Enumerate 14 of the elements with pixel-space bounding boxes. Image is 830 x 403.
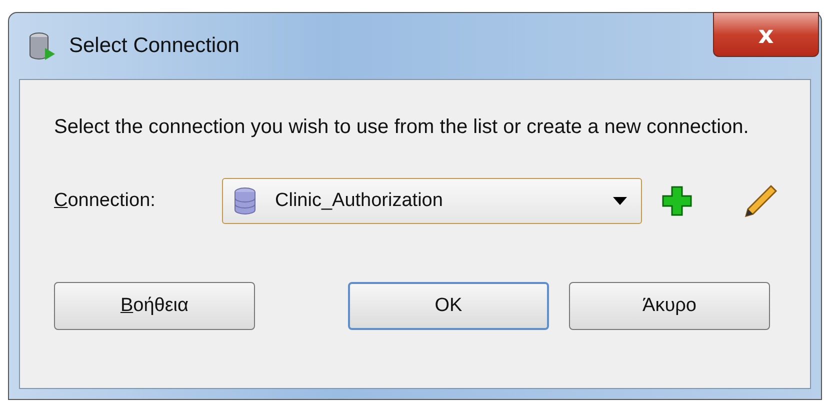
connection-dropdown[interactable]: Clinic_Authorization [222, 178, 642, 224]
dialog-button[interactable]: OK [348, 282, 550, 330]
dialog-button[interactable]: Άκυρο [569, 282, 770, 330]
caret-icon [613, 197, 627, 205]
close-button[interactable]: x [713, 12, 819, 57]
plus-icon[interactable] [662, 186, 692, 216]
instruction-text: Select the connection you wish to use from the list or create a new connection. [54, 115, 750, 140]
pencil-icon[interactable] [744, 184, 778, 218]
database-icon [27, 31, 57, 61]
database-icon [233, 187, 257, 215]
dialog-button[interactable]: Βοήθεια [54, 282, 255, 330]
connection-label: Connection: [54, 190, 156, 212]
connection-value: Clinic_Authorization [275, 190, 444, 212]
window-title: Select Connection [69, 34, 240, 58]
